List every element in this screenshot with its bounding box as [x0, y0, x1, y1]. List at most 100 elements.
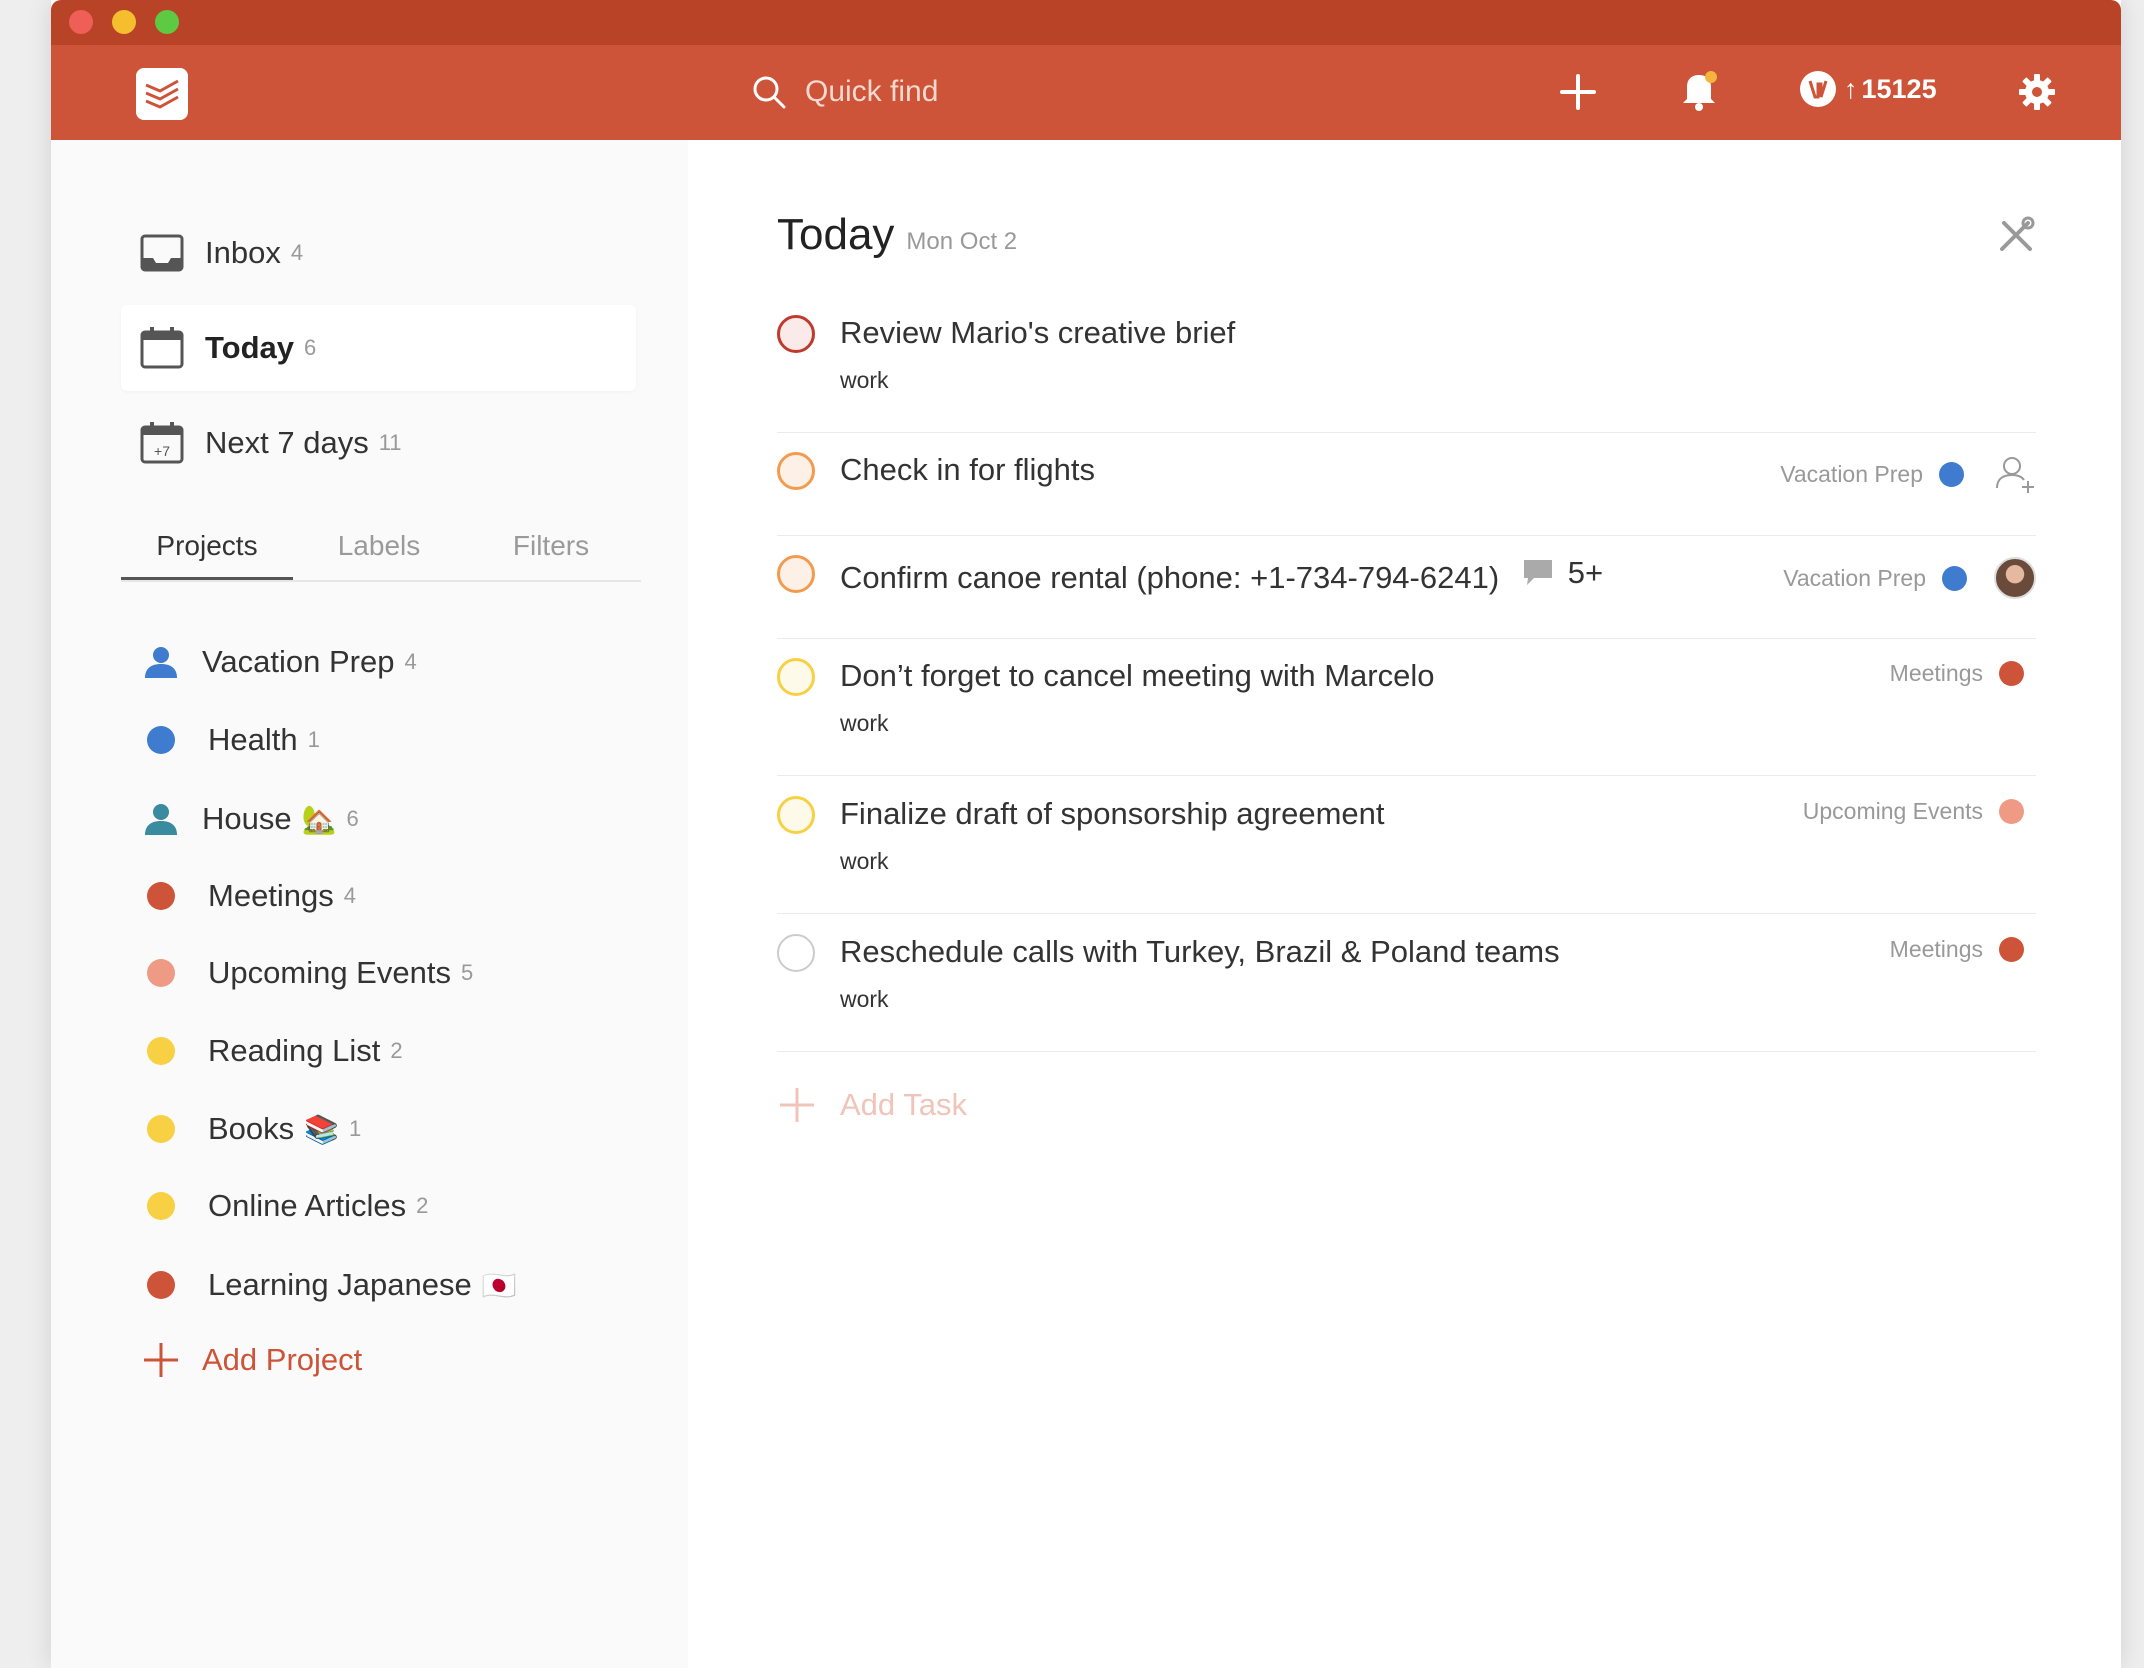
task-project-name[interactable]: Upcoming Events	[1803, 798, 1983, 825]
nav-today-count: 6	[304, 335, 317, 360]
project-color-dot	[147, 1192, 175, 1220]
project-color-dot	[1999, 661, 2024, 686]
task-text[interactable]: Reschedule calls with Turkey, Brazil & P…	[840, 934, 1560, 970]
close-window-button[interactable]	[69, 10, 93, 34]
assignee-avatar[interactable]	[1994, 557, 2036, 599]
project-reading-list[interactable]: Reading List 2	[141, 1026, 403, 1076]
settings-gear-icon[interactable]	[2017, 72, 2057, 112]
japan-flag-emoji-icon: 🇯🇵	[481, 1269, 517, 1301]
add-task-button[interactable]: Add Task	[777, 1085, 967, 1125]
project-house[interactable]: House 🏡 6	[141, 794, 359, 844]
project-label: Books	[208, 1111, 295, 1146]
project-label: Learning Japanese	[208, 1267, 472, 1302]
task-project-name[interactable]: Meetings	[1890, 660, 1983, 687]
karma-score: 15125	[1861, 73, 1937, 104]
karma-arrow: ↑	[1844, 73, 1858, 104]
task-project-name[interactable]: Meetings	[1890, 936, 1983, 963]
project-color-dot	[1942, 565, 1967, 591]
nav-today[interactable]: Today 6	[121, 305, 636, 391]
task-checkbox[interactable]	[777, 555, 815, 593]
project-count: 1	[349, 1116, 362, 1141]
add-task-plus-icon[interactable]	[1558, 72, 1598, 112]
add-project-button[interactable]: Add Project	[141, 1335, 362, 1385]
sidebar-tabs: Projects Labels Filters	[121, 530, 641, 582]
task-item[interactable]: Finalize draft of sponsorship agreement …	[777, 796, 2036, 914]
nav-inbox-count: 4	[290, 240, 304, 265]
task-meta: Upcoming Events	[1803, 798, 2024, 825]
nav-inbox[interactable]: Inbox 4	[121, 210, 636, 296]
nav-next-7-days[interactable]: +7 Next 7 days 11	[121, 400, 636, 486]
task-checkbox[interactable]	[777, 934, 815, 972]
task-checkbox[interactable]	[777, 452, 815, 490]
project-upcoming-events[interactable]: Upcoming Events 5	[141, 948, 473, 998]
notifications-bell-icon[interactable]	[1679, 69, 1719, 111]
assign-user-icon[interactable]	[1994, 454, 2036, 494]
task-item[interactable]: Reschedule calls with Turkey, Brazil & P…	[777, 934, 2036, 1052]
project-vacation-prep[interactable]: Vacation Prep 4	[141, 637, 417, 687]
tab-filters[interactable]: Filters	[465, 530, 637, 578]
project-label: House	[202, 801, 292, 836]
project-health[interactable]: Health 1	[141, 715, 320, 765]
search-icon	[753, 76, 786, 109]
task-checkbox[interactable]	[777, 658, 815, 696]
house-emoji-icon: 🏡	[301, 803, 337, 835]
task-item[interactable]: Check in for flights Vacation Prep	[777, 452, 2036, 536]
karma-badge-icon	[1800, 71, 1836, 107]
calendar-week-icon: +7	[140, 422, 184, 464]
task-label[interactable]: work	[840, 986, 889, 1013]
task-project-name[interactable]: Vacation Prep	[1780, 461, 1923, 488]
project-label: Vacation Prep	[202, 644, 395, 679]
view-options-tools-icon[interactable]	[1996, 215, 2036, 255]
project-count: 2	[416, 1193, 429, 1218]
project-online-articles[interactable]: Online Articles 2	[141, 1181, 428, 1231]
task-text-row[interactable]: Confirm canoe rental (phone: +1-734-794-…	[840, 555, 1603, 596]
page-date: Mon Oct 2	[906, 228, 1018, 255]
zoom-window-button[interactable]	[155, 10, 179, 34]
minimize-window-button[interactable]	[112, 10, 136, 34]
quick-find-search[interactable]: Quick find	[751, 67, 1051, 117]
add-task-label: Add Task	[840, 1087, 967, 1122]
project-books[interactable]: Books 📚 1	[141, 1104, 361, 1154]
task-item[interactable]: Don’t forget to cancel meeting with Marc…	[777, 658, 2036, 776]
task-checkbox[interactable]	[777, 315, 815, 353]
app-window: Quick find ↑ 15125 Inbox 4 Today 6 +7 Ne…	[51, 0, 2121, 1668]
task-meta: Vacation Prep	[1783, 557, 2036, 599]
add-project-label: Add Project	[202, 1342, 363, 1377]
project-count: 4	[404, 649, 417, 674]
task-checkbox[interactable]	[777, 796, 815, 834]
task-project-name[interactable]: Vacation Prep	[1783, 565, 1926, 592]
project-count: 4	[343, 883, 357, 908]
app-logo[interactable]	[136, 68, 188, 120]
task-text[interactable]: Finalize draft of sponsorship agreement	[840, 796, 1385, 832]
comment-bubble-icon	[1523, 560, 1552, 585]
karma-shield-icon	[1808, 80, 1828, 99]
project-meetings[interactable]: Meetings 4	[141, 871, 356, 921]
project-color-dot	[147, 726, 175, 754]
project-learning-japanese[interactable]: Learning Japanese 🇯🇵	[141, 1260, 517, 1310]
task-item[interactable]: Confirm canoe rental (phone: +1-734-794-…	[777, 555, 2036, 639]
task-label[interactable]: work	[840, 367, 889, 394]
task-label[interactable]: work	[840, 710, 889, 737]
tab-projects[interactable]: Projects	[121, 530, 293, 580]
task-text[interactable]: Check in for flights	[840, 452, 1095, 488]
task-label[interactable]: work	[840, 848, 889, 875]
search-placeholder[interactable]: Quick find	[805, 75, 938, 109]
books-emoji-icon: 📚	[304, 1113, 340, 1145]
project-count: 6	[346, 806, 359, 831]
task-text[interactable]: Review Mario's creative brief	[840, 315, 1235, 351]
nav-next7-count: 11	[378, 430, 402, 455]
task-meta: Meetings	[1890, 660, 2024, 687]
project-color-dot	[1999, 937, 2024, 962]
todoist-logo-icon	[145, 79, 179, 109]
project-label: Reading List	[208, 1033, 381, 1068]
nav-next7-label: Next 7 days	[205, 425, 369, 460]
karma-indicator[interactable]: ↑ 15125	[1800, 71, 1937, 107]
task-text[interactable]: Don’t forget to cancel meeting with Marc…	[840, 658, 1434, 694]
project-color-dot	[147, 1037, 175, 1065]
nav-inbox-label: Inbox	[205, 235, 281, 270]
task-comments[interactable]: 5+	[1522, 555, 1603, 591]
project-color-dot	[147, 1115, 175, 1143]
project-color-dot	[1939, 461, 1964, 487]
tab-labels[interactable]: Labels	[293, 530, 465, 578]
task-item[interactable]: Review Mario's creative brief work	[777, 315, 2036, 433]
